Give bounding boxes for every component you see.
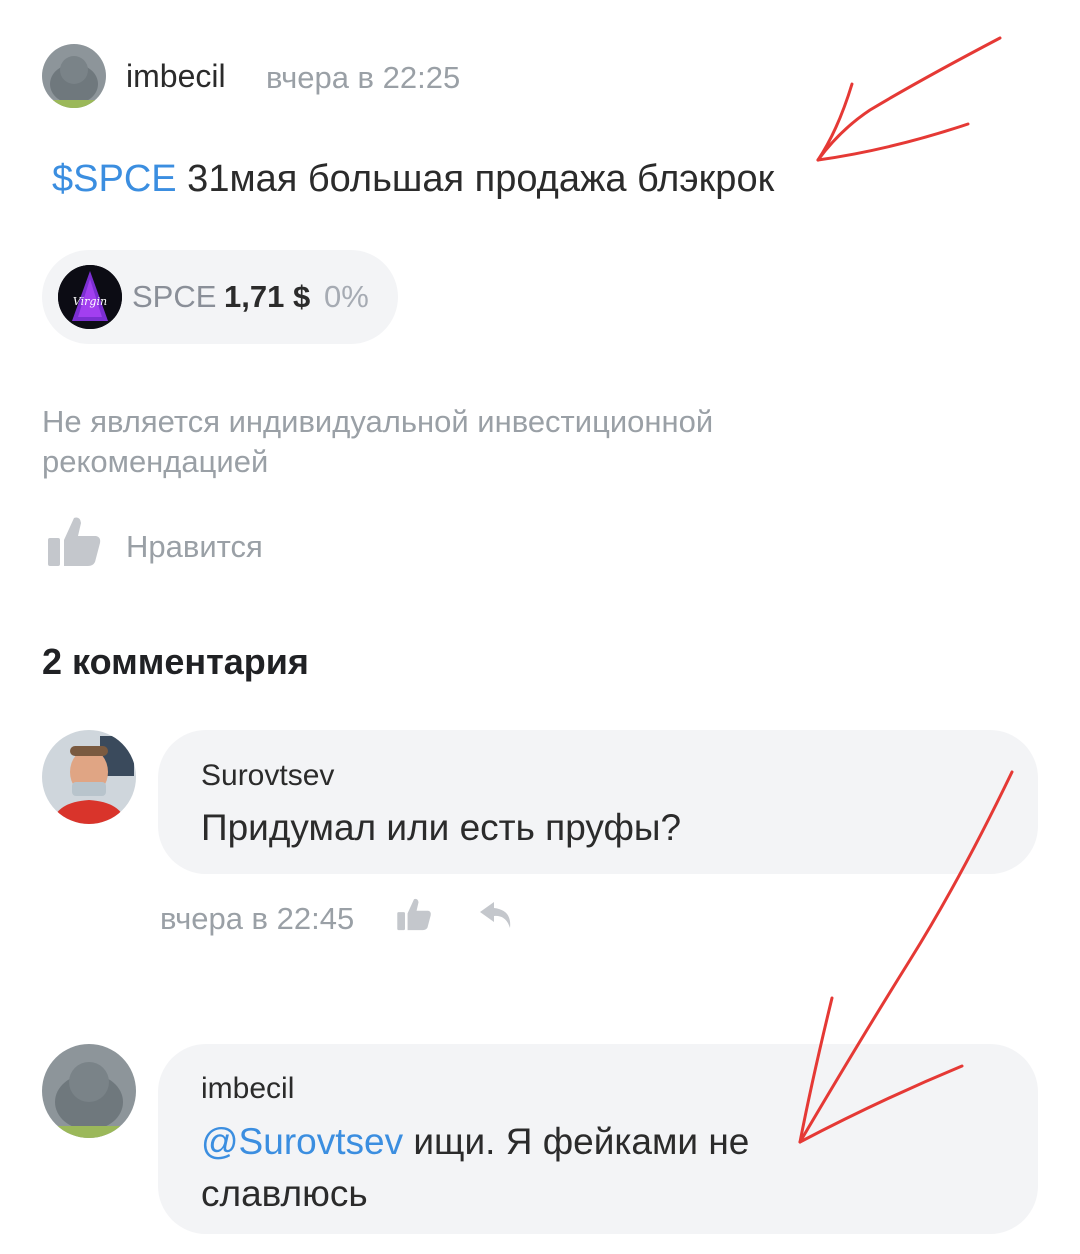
post-author-avatar[interactable] — [42, 44, 106, 108]
comment-like-icon[interactable] — [396, 896, 432, 937]
post-page: imbecil вчера в 22:25 $SPCE 31мая больша… — [0, 0, 1080, 1254]
comment-timestamp: вчера в 22:45 — [160, 901, 355, 936]
chip-price: 1,71 $ — [224, 279, 311, 314]
comments-count-heading: 2 комментария — [42, 641, 309, 682]
post-author-name[interactable]: imbecil — [126, 58, 226, 95]
chip-ticker-symbol: SPCE — [132, 279, 217, 314]
comment-author-name[interactable]: imbecil — [201, 1072, 294, 1106]
svg-text:Virgin: Virgin — [73, 295, 107, 308]
post-text: $SPCE 31мая большая продажа блэкрок — [52, 158, 774, 201]
comment-text: @Surovtsev ищи. Я фейками не славлюсь — [201, 1116, 749, 1220]
like-label: Нравится — [126, 529, 263, 564]
post-body-text: 31мая большая продажа блэкрок — [176, 158, 775, 200]
disclaimer-text: Не является индивидуальной инвестиционно… — [42, 404, 714, 479]
comment-bubble: imbecil @Surovtsev ищи. Я фейками не сла… — [158, 1044, 1038, 1234]
comment-author-name[interactable]: Surovtsev — [201, 759, 334, 793]
post-timestamp: вчера в 22:25 — [266, 60, 461, 95]
comment-text-line2: славлюсь — [201, 1173, 368, 1214]
reply-icon[interactable] — [478, 898, 516, 937]
comment-avatar-surovtsev[interactable] — [42, 730, 136, 824]
chip-change-percent: 0% — [324, 279, 369, 314]
comment-avatar-imbecil[interactable] — [42, 1044, 136, 1138]
comment-bubble: Surovtsev Придумал или есть пруфы? — [158, 730, 1038, 874]
comment-text-line1: ищи. Я фейками не — [403, 1121, 750, 1162]
ticker-chip[interactable]: Virgin SPCE 1,71 $ 0% — [42, 250, 398, 344]
ticker-tag-link[interactable]: $SPCE — [52, 158, 177, 200]
virgin-galactic-logo-icon: Virgin — [58, 265, 122, 329]
thumbs-up-icon — [46, 514, 102, 573]
comment-text: Придумал или есть пруфы? — [201, 807, 682, 848]
mention-link[interactable]: @Surovtsev — [201, 1121, 403, 1162]
